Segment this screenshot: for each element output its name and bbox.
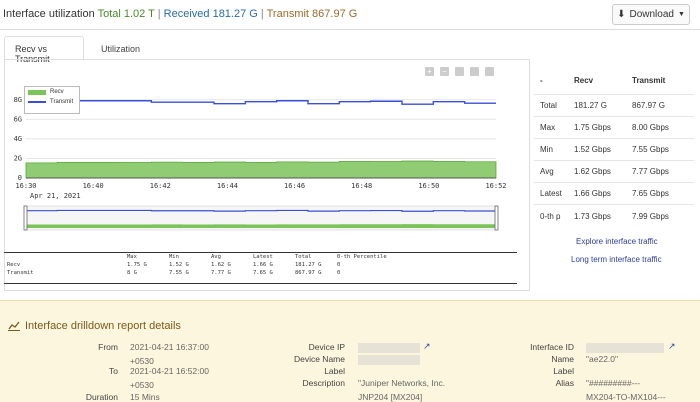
tab-recv-vs-transmit[interactable]: Recv vs Transmit — [4, 36, 84, 64]
y-tick-label: 2G — [14, 154, 22, 162]
description-label: Description — [302, 378, 345, 388]
summary-row-avg: Avg 1.62 Gbps 7.77 Gbps — [534, 161, 694, 183]
stats-header-row: Max Min Avg Latest Total 0-th Percentile — [127, 254, 387, 260]
camera-icon[interactable] — [455, 67, 464, 76]
device-ip-label: Device IP — [308, 342, 345, 352]
legend-swatch-recv — [28, 89, 46, 95]
chart-toolbar: + − — [425, 67, 494, 76]
alias-value: "#########--- MX204-TO-MX104--- — [586, 378, 666, 402]
x-tick-label: 16:48 — [351, 182, 372, 190]
recv-area — [25, 160, 497, 179]
download-button[interactable]: ⬇ Download ▼ — [612, 4, 690, 25]
download-icon: ⬇ — [617, 9, 626, 20]
page-header: Interface utilization Total 1.02 T | Rec… — [0, 0, 700, 30]
x-tick-label: 16:52 — [485, 182, 506, 190]
comment-icon[interactable] — [470, 67, 479, 76]
name-label: Name — [551, 354, 574, 364]
duration-value: 15 Mins — [130, 392, 160, 402]
duration-label: Duration — [85, 392, 118, 402]
x-tick-label: 16:42 — [150, 182, 171, 190]
total-value: Total 1.02 T — [97, 8, 155, 20]
zoom-out-icon[interactable]: − — [440, 67, 449, 76]
tab-utilization[interactable]: Utilization — [90, 36, 150, 60]
transmit-line — [26, 100, 496, 105]
x-tick-label: 16:40 — [83, 182, 104, 190]
navigator-handle-left — [23, 205, 28, 231]
summary-row-max: Max 1.75 Gbps 8.00 Gbps — [534, 117, 694, 139]
summary-table: - Recv Transmit Total 181.27 G 867.97 G … — [534, 67, 694, 227]
legend-label-transmit: Transmit — [50, 99, 74, 105]
explore-traffic-link[interactable]: Explore interface traffic — [576, 237, 658, 246]
x-tick-label: 16:50 — [418, 182, 439, 190]
y-tick-label: 6G — [14, 115, 22, 123]
device-name-label: Device Name — [293, 354, 345, 364]
date-label: Apr 21, 2021 — [30, 192, 81, 200]
description-value: "Juniper Networks, Inc. JNP204 [MX204] — [358, 378, 446, 402]
to-label: To — [109, 366, 118, 376]
stats-row-transmit: Transmit 8 G 7.55 G 7.77 G 7.65 G 867.97… — [7, 270, 341, 276]
label2-label: Label — [553, 366, 574, 376]
x-tick-label: 16:46 — [284, 182, 305, 190]
device-name-redacted — [358, 355, 420, 365]
alias-label: Alias — [555, 378, 574, 388]
from-label: From — [98, 342, 118, 352]
legend-item-recv[interactable]: Recv — [25, 87, 79, 97]
summary-header-row: - Recv Transmit — [534, 67, 694, 95]
navigator-handle-right — [494, 205, 499, 231]
summary-row-latest: Latest 1.66 Gbps 7.65 Gbps — [534, 183, 694, 205]
device-ip-redacted — [358, 343, 420, 353]
summary-row-percentile: 0-th p 1.73 Gbps 7.99 Gbps — [540, 211, 669, 221]
x-tick-label: 16:30 — [15, 182, 36, 190]
to-value: 2021-04-21 16:52:00 +0530 — [130, 366, 209, 390]
received-value: Received 181.27 G — [163, 8, 258, 20]
interface-id-label: Interface ID — [530, 342, 574, 352]
summary-row-total: Total 181.27 G 867.97 G — [534, 95, 694, 117]
label-label: Label — [324, 366, 345, 376]
summary-row-min: Min 1.52 Gbps 7.55 Gbps — [534, 139, 694, 161]
transmit-value: Transmit 867.97 G — [266, 8, 358, 20]
y-tick-label: 8G — [14, 96, 22, 104]
utilization-summary: Interface utilization Total 1.02 T | Rec… — [3, 8, 358, 20]
stats-table: Max Min Avg Latest Total 0-th Percentile… — [4, 252, 517, 284]
legend-label-recv: Recv — [50, 89, 64, 95]
traffic-chart: 8G 6G 4G 2G 016:30 16:40 16:42 16:44 16:46 16:48 1… — [14, 96, 507, 231]
zoom-in-icon[interactable]: + — [425, 67, 434, 76]
legend-item-transmit[interactable]: Transmit — [25, 97, 79, 107]
navigator-recv-area — [26, 224, 496, 228]
long-term-traffic-link[interactable]: Long term interface traffic — [571, 255, 662, 264]
x-tick-label: 16:44 — [217, 182, 238, 190]
chart-legend: Recv Transmit — [24, 86, 80, 114]
external-link-icon[interactable]: ↗ — [423, 341, 431, 352]
external-link-icon[interactable]: ↗ — [668, 341, 676, 352]
drilldown-title: Interface drilldown report details — [8, 320, 181, 332]
caret-down-icon: ▼ — [677, 11, 685, 18]
line-chart-icon — [8, 321, 20, 331]
page-title: Interface utilization — [3, 8, 95, 20]
download-label: Download — [629, 9, 674, 20]
stats-row-recv: Recv 1.75 G 1.52 G 1.62 G 1.66 G 181.27 … — [7, 262, 341, 268]
name-value: "ae22.0" — [586, 354, 619, 364]
y-tick-label: 4G — [14, 135, 22, 143]
menu-icon[interactable] — [485, 67, 494, 76]
y-tick-label: 0 — [18, 174, 22, 182]
legend-swatch-transmit — [28, 101, 46, 103]
